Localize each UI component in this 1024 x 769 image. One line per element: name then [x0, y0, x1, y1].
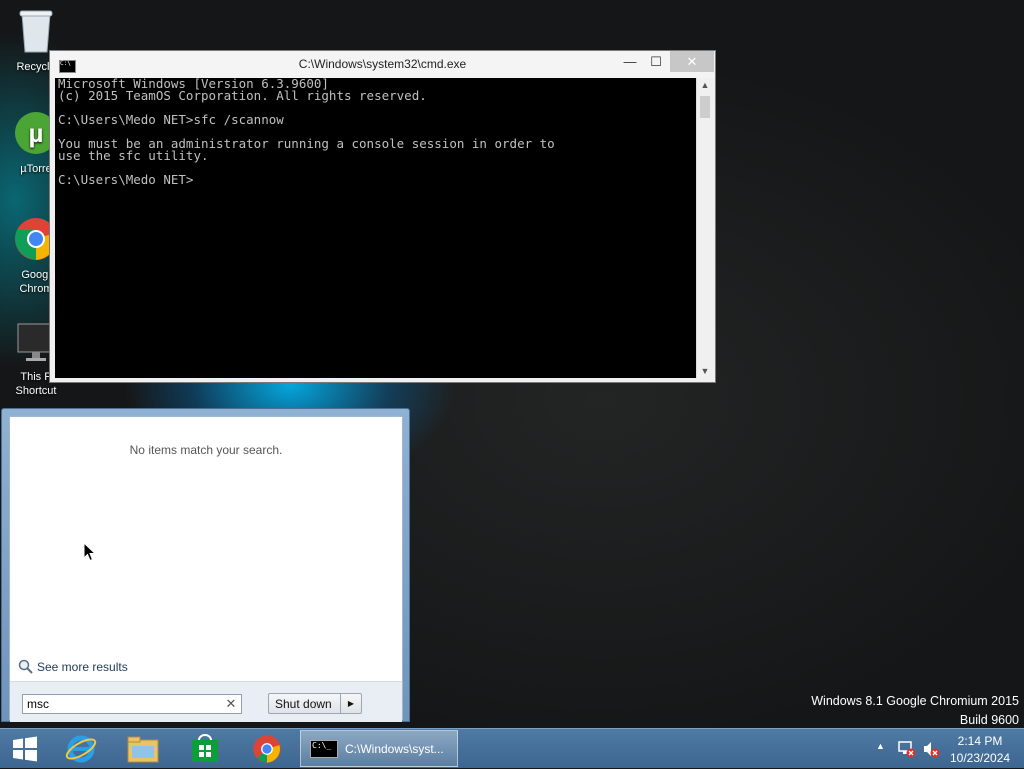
- show-hidden-icons-arrow-icon[interactable]: ▲: [876, 741, 885, 751]
- svg-text:µ: µ: [29, 118, 44, 148]
- maximize-button[interactable]: ☐: [642, 51, 670, 72]
- start-menu-footer: ✕ Shut down ▶: [10, 681, 402, 722]
- watermark-line1: Windows 8.1 Google Chromium 2015: [811, 694, 1019, 708]
- cmd-titlebar[interactable]: C:\ C:\Windows\system32\cmd.exe — ☐ ✕: [50, 51, 715, 78]
- recycle-bin-icon: [19, 10, 53, 53]
- scroll-thumb[interactable]: [700, 96, 710, 118]
- start-icon: [13, 736, 37, 762]
- internet-explorer-icon: [65, 735, 97, 763]
- shutdown-label: Shut down: [275, 697, 332, 711]
- taskbar-store[interactable]: [178, 729, 234, 769]
- close-button[interactable]: ✕: [670, 51, 714, 72]
- taskbar-file-explorer[interactable]: [116, 729, 172, 769]
- clear-search-icon[interactable]: ✕: [222, 695, 240, 713]
- scroll-up-icon[interactable]: ▲: [697, 80, 713, 90]
- start-button[interactable]: [0, 729, 50, 769]
- chrome-icon: [253, 735, 281, 763]
- taskbar-internet-explorer[interactable]: [54, 729, 110, 769]
- taskbar-cmd-window[interactable]: C:\_ C:\Windows\syst...: [300, 730, 458, 767]
- search-icon: [18, 659, 33, 677]
- network-icon[interactable]: [898, 740, 916, 758]
- console-text: Microsoft Windows [Version 6.3.9600] (c)…: [58, 78, 555, 187]
- console-area[interactable]: Microsoft Windows [Version 6.3.9600] (c)…: [55, 78, 696, 378]
- taskbar-window-label: C:\Windows\syst...: [345, 742, 444, 756]
- scroll-down-icon[interactable]: ▼: [697, 366, 713, 376]
- store-icon: [192, 734, 218, 762]
- clock[interactable]: 2:14 PM 10/23/2024: [950, 733, 1010, 767]
- volume-muted-icon[interactable]: [922, 740, 940, 758]
- cmd-icon: C:\_: [310, 740, 338, 758]
- taskbar-chrome[interactable]: [240, 729, 296, 769]
- clock-time: 2:14 PM: [957, 734, 1003, 748]
- minimize-button[interactable]: —: [616, 51, 644, 72]
- os-watermark: Windows 8.1 Google Chromium 2015 Build 9…: [811, 692, 1019, 730]
- taskbar: C:\_ C:\Windows\syst... ▲ 2:14 PM 10/23/…: [0, 728, 1024, 768]
- shutdown-button[interactable]: Shut down ▶: [268, 693, 362, 714]
- search-results-panel: No items match your search. See more res…: [9, 416, 403, 722]
- no-results-message: No items match your search.: [129, 443, 283, 457]
- start-menu: No items match your search. See more res…: [1, 408, 410, 722]
- search-input[interactable]: [22, 694, 242, 714]
- shutdown-options-arrow-icon[interactable]: ▶: [340, 694, 361, 713]
- see-more-results-link[interactable]: See more results: [18, 659, 128, 677]
- file-explorer-icon: [127, 736, 159, 763]
- cmd-window[interactable]: C:\ C:\Windows\system32\cmd.exe — ☐ ✕ Mi…: [49, 50, 716, 383]
- vertical-scrollbar[interactable]: ▲ ▼: [696, 78, 713, 378]
- clock-date: 10/23/2024: [950, 751, 1011, 765]
- mouse-cursor-icon: [83, 542, 97, 562]
- see-more-label: See more results: [37, 660, 128, 674]
